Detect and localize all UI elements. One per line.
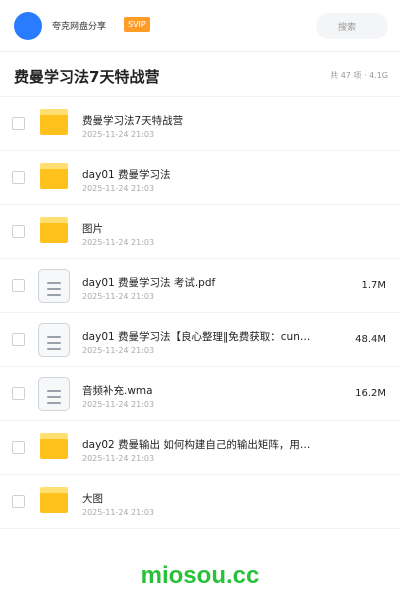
document-icon <box>38 269 70 303</box>
file-date: 2025-11-24 21:03 <box>82 346 155 355</box>
folder-title: 费曼学习法7天特战营 <box>14 68 160 86</box>
folder-icon <box>40 217 68 243</box>
file-size: 1.7M <box>361 280 386 291</box>
avatar[interactable] <box>14 12 42 40</box>
file-size: 16.2M <box>355 388 386 399</box>
file-name: day01 费曼学习法【良心整理‖免费获取：cun… <box>82 331 311 343</box>
file-name: 图片 <box>82 223 103 235</box>
select-checkbox[interactable] <box>12 117 25 130</box>
file-date: 2025-11-24 21:03 <box>82 508 155 517</box>
file-row[interactable]: 音频补充.wma 2025-11-24 21:03 16.2M <box>0 366 400 420</box>
select-checkbox[interactable] <box>12 225 25 238</box>
select-checkbox[interactable] <box>12 279 25 292</box>
file-name: day01 费曼学习法 考试.pdf <box>82 277 216 289</box>
file-name: day01 费曼学习法 <box>82 169 171 181</box>
folder-icon <box>40 109 68 135</box>
file-date: 2025-11-24 21:03 <box>82 400 155 409</box>
folder-icon <box>40 487 68 513</box>
folder-meta: 共 47 项 · 4.1G <box>330 71 388 80</box>
folder-icon <box>40 163 68 189</box>
top-bar: 夸克网盘分享 SVIP 搜索 <box>0 0 400 52</box>
file-name: 费曼学习法7天特战营 <box>82 115 184 127</box>
watermark: miosou.cc <box>140 562 260 589</box>
document-icon <box>38 377 70 411</box>
list-divider <box>0 528 400 529</box>
folder-icon <box>40 433 68 459</box>
file-row[interactable]: day01 费曼学习法 2025-11-24 21:03 <box>0 150 400 204</box>
file-date: 2025-11-24 21:03 <box>82 454 155 463</box>
file-date: 2025-11-24 21:03 <box>82 238 155 247</box>
username: 夸克网盘分享 <box>52 22 107 32</box>
file-date: 2025-11-24 21:03 <box>82 184 155 193</box>
file-row[interactable]: 大图 2025-11-24 21:03 <box>0 474 400 528</box>
svip-badge: SVIP <box>124 17 150 32</box>
search-input[interactable]: 搜索 <box>316 13 388 39</box>
select-checkbox[interactable] <box>12 333 25 346</box>
search-placeholder: 搜索 <box>337 23 356 33</box>
file-size: 48.4M <box>355 334 386 345</box>
select-checkbox[interactable] <box>12 387 25 400</box>
file-row[interactable]: day01 费曼学习法【良心整理‖免费获取：cun… 2025-11-24 21:… <box>0 312 400 366</box>
file-name: 音频补充.wma <box>82 385 153 397</box>
select-checkbox[interactable] <box>12 441 25 454</box>
file-date: 2025-11-24 21:03 <box>82 292 155 301</box>
document-icon <box>38 323 70 357</box>
select-checkbox[interactable] <box>12 171 25 184</box>
file-date: 2025-11-24 21:03 <box>82 130 155 139</box>
file-row[interactable]: 图片 2025-11-24 21:03 <box>0 204 400 258</box>
file-row[interactable]: day01 费曼学习法 考试.pdf 2025-11-24 21:03 1.7M <box>0 258 400 312</box>
file-name: 大图 <box>82 493 103 505</box>
file-row[interactable]: day02 费曼输出 如何构建自己的输出矩阵，用… 2025-11-24 21:0… <box>0 420 400 474</box>
file-row[interactable]: 费曼学习法7天特战营 2025-11-24 21:03 <box>0 96 400 150</box>
select-checkbox[interactable] <box>12 495 25 508</box>
file-name: day02 费曼输出 如何构建自己的输出矩阵，用… <box>82 439 311 451</box>
